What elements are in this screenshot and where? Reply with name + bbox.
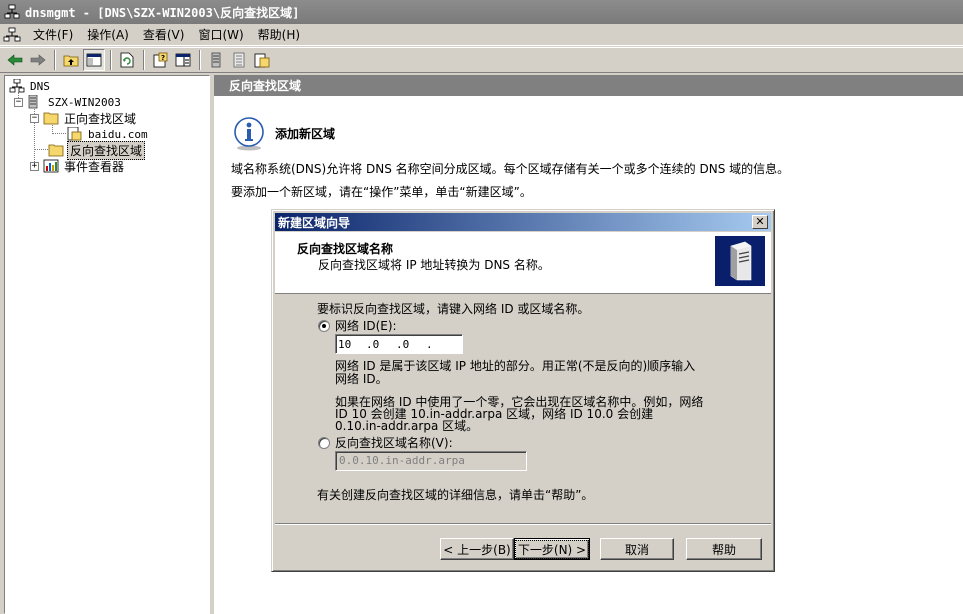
menu-help[interactable]: 帮助(H) — [251, 25, 307, 45]
description-line-2: 要添加一个新区域，请在“操作”菜单，单击“新建区域”。 — [231, 185, 532, 199]
tree-node-dns[interactable]: DNS — [9, 78, 52, 94]
console-tree[interactable]: DNS − SZX-WIN2003 − 正向查找区域 baidu.com 反向查… — [4, 75, 210, 614]
show-hide-tree-icon[interactable] — [83, 49, 105, 71]
prompt-text: 要标识反向查找区域，请键入网络 ID 或区域名称。 — [317, 302, 590, 316]
menu-file[interactable]: 文件(F) — [26, 25, 80, 45]
dns-icon — [9, 78, 25, 93]
expand-icon[interactable]: + — [30, 161, 39, 171]
zone-file-icon — [67, 126, 83, 141]
tree-node-server[interactable]: − SZX-WIN2003 — [14, 94, 123, 110]
new-zone-wizard-dialog: 新建区域向导 ✕ 反向查找区域名称 反向查找区域将 IP 地址转换为 DNS 名… — [271, 209, 775, 572]
toolbar-separator — [143, 50, 145, 70]
network-id-label[interactable]: 网络 ID(E): — [335, 319, 397, 333]
event-viewer-icon — [43, 159, 59, 173]
tree-node-event-viewer[interactable]: + 事件查看器 — [30, 158, 126, 174]
up-level-icon[interactable] — [60, 49, 82, 71]
details-pane-header: 反向查找区域 — [214, 75, 963, 97]
next-button-label: 下一步(N) > — [514, 539, 590, 559]
window-title: dnsmgmt - [DNS\SZX-WIN2003\反向查找区域] — [25, 5, 300, 20]
ip-octet-2[interactable]: .0 — [366, 338, 379, 351]
folder-icon — [43, 111, 59, 125]
cancel-button[interactable]: 取消 — [600, 538, 674, 560]
folder-icon — [48, 143, 64, 157]
forward-arrow-icon[interactable] — [27, 49, 49, 71]
dns-app-icon — [4, 4, 20, 20]
reverse-zone-name-label[interactable]: 反向查找区域名称(V): — [335, 436, 453, 450]
toolbar-separator — [110, 50, 112, 70]
wizard-header: 反向查找区域名称 反向查找区域将 IP 地址转换为 DNS 名称。 — [275, 232, 771, 294]
toolbar: ? — [0, 47, 963, 73]
menu-bar: 文件(F) 操作(A) 查看(V) 窗口(W) 帮助(H) — [0, 24, 963, 46]
network-id-input[interactable]: 10 .0 .0 . — [335, 334, 463, 354]
system-menu-icon[interactable] — [2, 26, 22, 44]
menu-view[interactable]: 查看(V) — [136, 25, 192, 45]
refresh-icon[interactable] — [116, 49, 138, 71]
zone-file-icon[interactable] — [251, 49, 273, 71]
list-icon[interactable] — [228, 49, 250, 71]
properties-help-icon[interactable]: ? — [149, 49, 171, 71]
close-icon[interactable]: ✕ — [752, 215, 768, 229]
server-icon — [27, 94, 43, 109]
menu-action[interactable]: 操作(A) — [80, 25, 136, 45]
dialog-title: 新建区域向导 — [278, 215, 351, 230]
toolbar-separator — [199, 50, 201, 70]
more-info-text: 有关创建反向查找区域的详细信息，请单击“帮助”。 — [317, 488, 594, 502]
ip-octet-3[interactable]: .0 — [396, 338, 409, 351]
menu-window[interactable]: 窗口(W) — [191, 25, 250, 45]
svg-text:?: ? — [161, 54, 165, 62]
network-id-radio[interactable] — [318, 320, 330, 332]
collapse-icon[interactable]: − — [14, 97, 23, 107]
toolbar-separator — [54, 50, 56, 70]
server-icon[interactable] — [205, 49, 227, 71]
wizard-server-icon — [715, 236, 765, 286]
network-id-help-1: 网络 ID 是属于该区域 IP 地址的部分。用正常(不是反向的)顺序输入 — [335, 359, 696, 373]
description-line-1: 域名称系统(DNS)允许将 DNS 名称空间分成区域。每个区域存储有关一个或多个… — [231, 162, 790, 176]
wizard-header-title: 反向查找区域名称 — [297, 242, 394, 256]
ip-octet-4[interactable]: . — [426, 338, 433, 351]
info-icon — [232, 117, 266, 151]
next-button[interactable]: 下一步(N) > — [514, 538, 590, 560]
collapse-icon[interactable]: − — [30, 113, 39, 123]
help-button[interactable]: 帮助 — [686, 538, 762, 560]
reverse-zone-name-input[interactable]: 0.0.10.in-addr.arpa — [335, 451, 527, 471]
wizard-header-subtitle: 反向查找区域将 IP 地址转换为 DNS 名称。 — [318, 258, 550, 272]
back-arrow-icon[interactable] — [4, 49, 26, 71]
window-title-bar[interactable]: dnsmgmt - [DNS\SZX-WIN2003\反向查找区域] — [0, 0, 963, 24]
action-pane-icon[interactable] — [172, 49, 194, 71]
reverse-zone-name-radio[interactable] — [318, 437, 330, 449]
dialog-separator — [275, 523, 771, 525]
back-button[interactable]: < 上一步(B) — [440, 538, 514, 560]
network-id-help-2: 网络 ID。 — [335, 372, 388, 386]
ip-octet-1[interactable]: 10 — [338, 338, 351, 351]
info-title: 添加新区域 — [275, 127, 336, 141]
dialog-title-bar[interactable]: 新建区域向导 ✕ — [275, 213, 771, 231]
zero-help-3: 0.10.in-addr.arpa 区域。 — [335, 419, 479, 433]
tree-node-forward-zones[interactable]: − 正向查找区域 — [30, 110, 138, 126]
tree-node-reverse-zones[interactable]: 反向查找区域 — [48, 140, 146, 160]
